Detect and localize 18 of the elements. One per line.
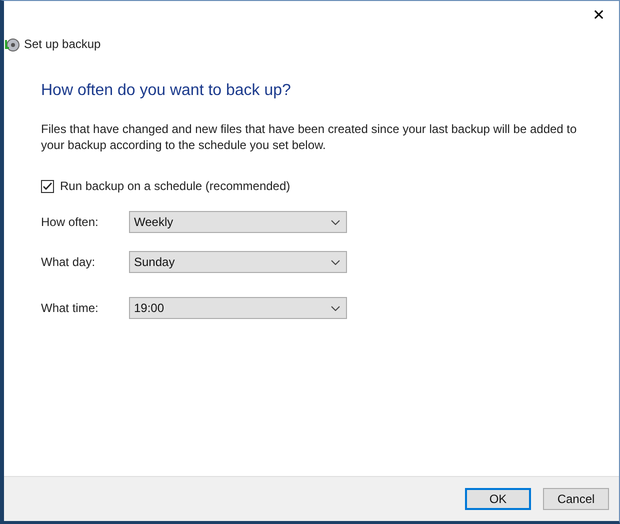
page-heading: How often do you want to back up? xyxy=(41,81,292,101)
dialog-button[interactable]: Cancel xyxy=(543,488,609,510)
dropdown[interactable]: Sunday xyxy=(129,251,347,273)
dropdown[interactable]: 19:00 xyxy=(129,297,347,319)
chevron-down-icon xyxy=(331,220,340,224)
dialog-button[interactable]: OK xyxy=(465,488,531,510)
dropdown[interactable]: Weekly xyxy=(129,211,347,233)
schedule-checkbox[interactable] xyxy=(41,180,54,192)
field-label: What day: xyxy=(41,254,96,271)
chevron-down-icon xyxy=(331,306,340,310)
description-text: Files that have changed and new files that have been created since your last backup will be added to your backup according to the schedule you set below. xyxy=(41,121,578,153)
window-title: Set up backup xyxy=(24,36,101,53)
chevron-down-icon xyxy=(331,260,340,264)
field-label: How often: xyxy=(41,214,100,231)
close-button[interactable]: ✕ xyxy=(587,4,611,28)
field-label: What time: xyxy=(41,300,100,317)
backup-drive-icon xyxy=(4,36,20,52)
checkbox-label: Run backup on a schedule (recommended) xyxy=(60,178,290,195)
